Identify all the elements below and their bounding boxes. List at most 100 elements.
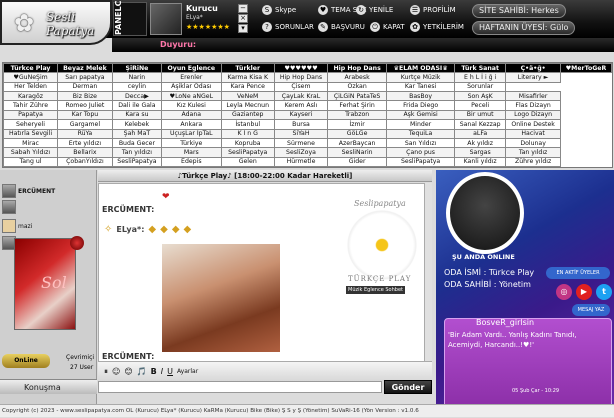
room-link[interactable]: Tang ul [2,156,59,168]
user-row[interactable] [2,200,96,214]
room-link[interactable]: Beyaz Melek [57,62,113,74]
room-link[interactable]: Online Destek [505,119,561,130]
room-link[interactable]: SesliPapatya [386,156,455,168]
user-row[interactable]: ERCÜMENT [2,184,96,198]
room-link[interactable]: Sabah Yıldızı [2,147,59,158]
room-link[interactable]: Ankara [161,119,222,130]
room-link[interactable]: Erenler [161,72,222,83]
room-link[interactable]: Kara su [111,109,163,121]
room-link[interactable]: UçuşLar İpTaL [161,128,222,139]
room-link[interactable]: Hacivat [505,128,561,139]
room-link[interactable]: Çisem [273,81,329,93]
write-message-button[interactable]: MESAJ YAZ [572,304,610,316]
room-link[interactable]: Ak yıldız [453,137,507,149]
room-link[interactable]: Tan yıldızı [111,147,163,158]
room-link[interactable]: ♛ELAM ODASI♛ [386,62,455,74]
room-link[interactable]: Türkiye [161,137,222,149]
chat-sender[interactable]: ERCÜMENT: [102,352,154,361]
room-link[interactable]: Adana [161,109,222,121]
instagram-icon[interactable]: ◎ [556,284,572,300]
featured-user-avatar[interactable]: Sol [14,238,76,330]
menu-close[interactable]: ⏻ KAPAT [370,22,405,32]
room-link[interactable]: Decca▶ [111,91,163,102]
room-link[interactable]: Bellarix [57,147,113,158]
room-link[interactable]: Kopruba [220,137,275,149]
menu-refresh[interactable]: ↻ YENİLE [356,5,393,15]
message-author[interactable]: BosveR_girlsin [476,318,534,327]
room-link[interactable]: Çano pus [386,147,455,158]
room-link[interactable]: Peceli [453,100,507,111]
site-logo[interactable]: ✿ Sesli Papatya [0,0,112,45]
room-link[interactable]: Gaziantep [220,109,275,121]
avatar[interactable] [70,236,84,250]
dropdown-button[interactable]: ▾ [238,24,248,33]
room-link[interactable]: Gargamel [57,119,113,130]
chat-sender[interactable]: ELya*: [116,225,144,234]
italic-button[interactable]: I [161,367,163,376]
room-link[interactable]: İzmir [327,119,388,130]
room-link[interactable]: Minder [386,119,455,130]
room-link[interactable]: Gelen [220,156,275,168]
room-link[interactable]: SesliZoya [273,147,329,158]
room-link[interactable]: TequiLa [386,128,455,139]
active-members-button[interactable]: EN AKTİF ÜYELER [546,267,610,279]
music-icon[interactable]: 🎵 [137,367,147,376]
room-link[interactable]: Karma Kisa K [220,72,275,83]
room-link[interactable]: Kız Kulesi [161,100,222,111]
room-link[interactable]: ♥♥♥♥♥♥ [273,62,329,74]
shared-image[interactable] [162,244,280,352]
room-link[interactable]: RüYa [57,128,113,139]
panel-tab[interactable]: PANELCİ [113,0,147,36]
user-row[interactable]: mazi [2,219,96,233]
smiley-icon[interactable]: ☺ [112,367,120,376]
emoji-icon[interactable]: 😊 [124,367,132,376]
chat-scrollbar[interactable] [424,183,432,381]
room-link[interactable]: Ç•ä•ğ• [505,62,561,74]
room-link[interactable]: Hip Hop Dans [327,62,388,74]
room-link[interactable]: Tahir Zühre [2,100,59,111]
conversation-tab[interactable]: Konuşma [0,379,97,394]
dj-avatar[interactable] [446,172,524,254]
room-link[interactable]: Dolunay [505,137,561,149]
underline-button[interactable]: U [167,367,173,376]
menu-skype[interactable]: S Skype [262,5,296,15]
room-link[interactable]: Kerem Aslı [273,100,329,111]
room-link[interactable]: Narin [111,72,163,83]
room-link[interactable]: Edepis [161,156,222,168]
room-link[interactable]: Seheryeli [2,119,59,130]
room-link[interactable]: Bir umut [453,109,507,121]
room-link[interactable]: Arabesk [327,72,388,83]
room-link[interactable]: Sarı papatya [57,72,113,83]
room-link[interactable]: ♥MerToGeR [559,62,613,74]
room-link[interactable]: ÇiLGiN PataTeS [327,91,388,102]
close-button[interactable]: × [238,14,248,23]
room-link[interactable]: Mars [161,147,222,158]
bold-button[interactable]: B [151,367,157,376]
room-link[interactable]: İstanbul [220,119,275,130]
room-link[interactable]: Gider [327,156,388,168]
chat-sender[interactable]: ERCÜMENT: [102,205,154,214]
room-link[interactable]: Mirac [2,137,59,149]
settings-button[interactable]: Ayarlar [177,368,198,375]
room-link[interactable]: Tan yıldız [505,147,561,158]
room-link[interactable]: BasBoy [386,91,455,102]
room-link[interactable]: Sürmene [273,137,329,149]
room-link[interactable]: Leyla Mecnun [220,100,275,111]
menu-apply[interactable]: ✎ BAŞVURU [318,22,365,32]
message-input[interactable] [98,381,382,393]
room-link[interactable]: Şah MaT [111,128,163,139]
room-link[interactable]: Kanli yıldız [453,156,507,168]
room-link[interactable]: Kayseri [273,109,329,121]
menu-profile[interactable]: ☰ PROFİLİM [410,5,456,15]
room-link[interactable]: Misafirler [505,91,561,102]
room-link[interactable]: Türkce Play [2,62,59,74]
room-link[interactable]: GöLGe [327,128,388,139]
room-link[interactable]: SesliPapatya [220,147,275,158]
minimize-button[interactable]: − [238,4,248,13]
room-link[interactable]: ÇayLak KraL [273,91,329,102]
room-link[interactable]: Kelebek [111,119,163,130]
room-link[interactable]: Trabzon [327,109,388,121]
room-link[interactable]: Türk Sanat [453,62,507,74]
room-link[interactable]: Zühre yıldız [505,156,561,168]
room-link[interactable]: Hürmetle [273,156,329,168]
